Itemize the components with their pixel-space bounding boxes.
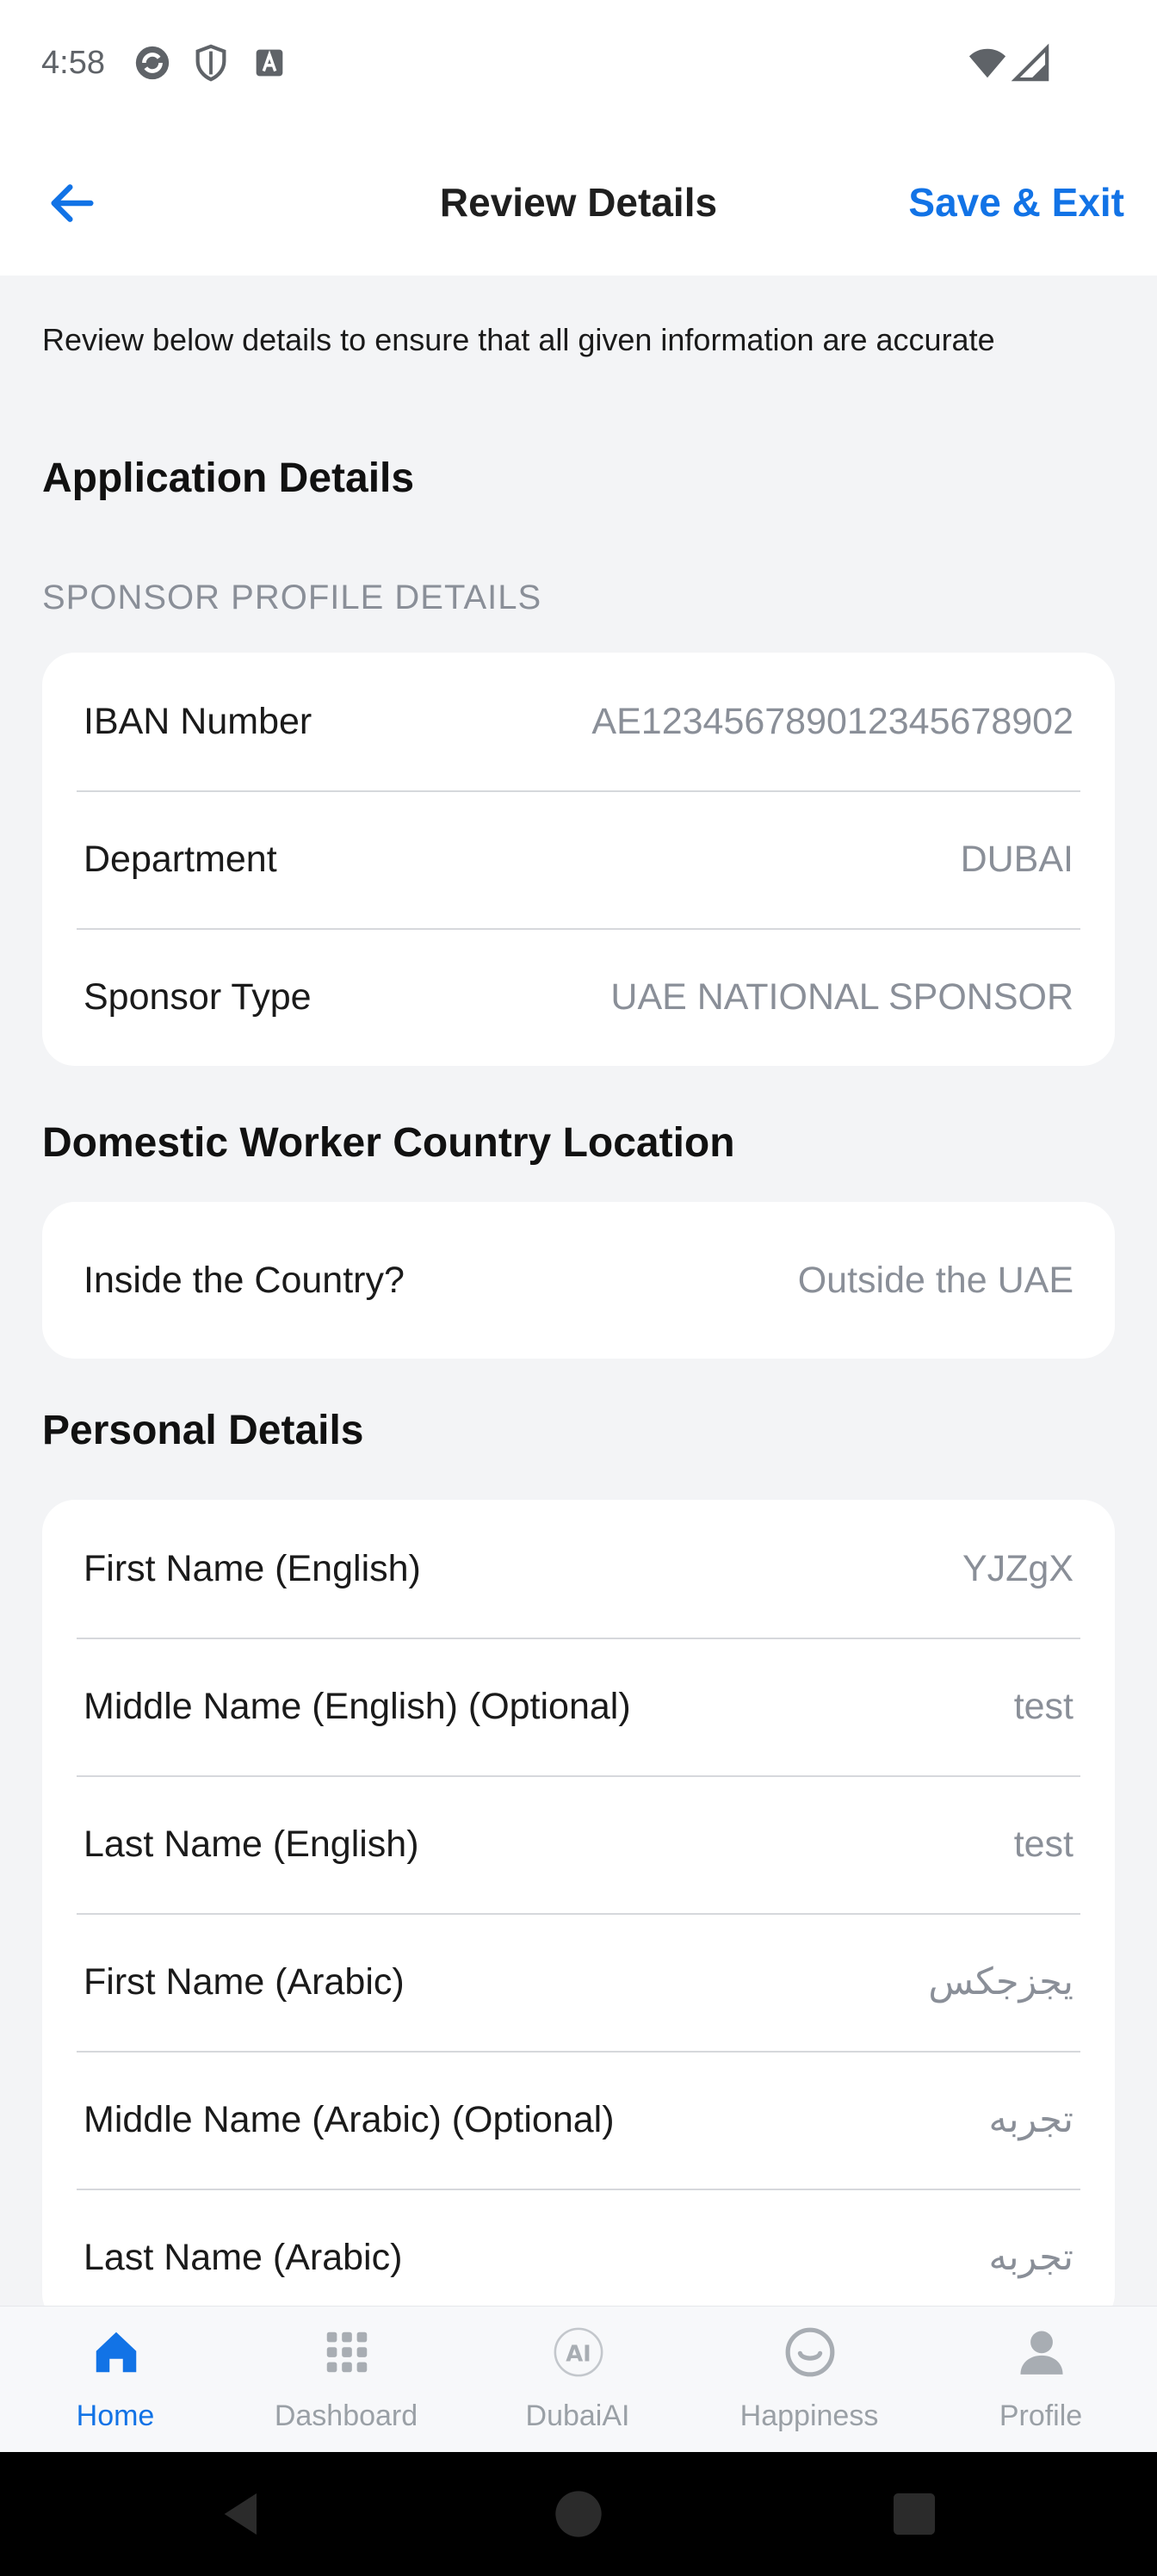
nav-item-happiness[interactable]: Happiness xyxy=(694,2307,925,2453)
detail-row-last-name-ar: Last Name (Arabic) تجربه xyxy=(42,2189,1115,2306)
row-label: First Name (English) xyxy=(84,1547,421,1589)
country-location-title: Domestic Worker Country Location xyxy=(42,1120,735,1166)
detail-row-last-name-en: Last Name (English) test xyxy=(42,1775,1115,1913)
nav-label: Dashboard xyxy=(274,2400,418,2432)
save-exit-button[interactable]: Save & Exit xyxy=(908,179,1124,226)
system-navigation-bar xyxy=(0,2452,1157,2576)
row-value: يجزجكس xyxy=(928,1961,1073,2003)
bottom-navigation: Home Dashboard AI DubaiAI Happiness Prof… xyxy=(0,2306,1157,2452)
application-details-title: Application Details xyxy=(42,455,415,501)
detail-row-iban: IBAN Number AE123456789012345678902 xyxy=(42,653,1115,790)
row-label: Department xyxy=(84,838,277,880)
status-bar: 4:58 xyxy=(0,0,1157,131)
nav-label: DubaiAI xyxy=(525,2400,630,2432)
row-label: IBAN Number xyxy=(84,700,312,742)
row-label: Middle Name (English) (Optional) xyxy=(84,1685,631,1727)
nav-label: Home xyxy=(76,2400,155,2432)
sponsor-details-card: IBAN Number AE123456789012345678902 Depa… xyxy=(42,653,1115,1066)
nav-item-home[interactable]: Home xyxy=(0,2307,231,2453)
row-value: DUBAI xyxy=(960,838,1073,880)
font-icon xyxy=(256,49,283,77)
nav-item-profile[interactable]: Profile xyxy=(925,2307,1156,2453)
row-label: Sponsor Type xyxy=(84,975,312,1018)
wifi-icon xyxy=(968,48,1006,78)
country-location-card: Inside the Country? Outside the UAE xyxy=(42,1202,1115,1359)
intro-text: Review below details to ensure that all … xyxy=(42,322,995,357)
detail-row-middle-name-en: Middle Name (English) (Optional) test xyxy=(42,1638,1115,1775)
sync-icon xyxy=(135,46,170,80)
system-home-icon[interactable] xyxy=(551,2486,606,2542)
ai-icon: AI xyxy=(554,2327,603,2377)
nav-label: Happiness xyxy=(739,2400,879,2432)
row-value: AE123456789012345678902 xyxy=(591,700,1073,742)
review-content[interactable]: Review below details to ensure that all … xyxy=(0,276,1157,2306)
detail-row-sponsor-type: Sponsor Type UAE NATIONAL SPONSOR xyxy=(42,928,1115,1066)
row-label: Last Name (English) xyxy=(84,1823,419,1865)
home-icon xyxy=(96,2331,137,2373)
row-label: First Name (Arabic) xyxy=(84,1960,405,2003)
grid-icon xyxy=(326,2331,368,2373)
row-value: UAE NATIONAL SPONSOR xyxy=(610,975,1073,1018)
nav-label: Profile xyxy=(999,2400,1083,2432)
app-header: Review Details Save & Exit xyxy=(0,131,1157,276)
detail-row-inside-country: Inside the Country? Outside the UAE xyxy=(42,1202,1115,1359)
row-value: YJZgX xyxy=(962,1547,1073,1589)
row-label: Inside the Country? xyxy=(84,1259,405,1301)
detail-row-first-name-ar: First Name (Arabic) يجزجكس xyxy=(42,1913,1115,2051)
detail-row-first-name-en: First Name (English) YJZgX xyxy=(42,1500,1115,1638)
detail-row-middle-name-ar: Middle Name (Arabic) (Optional) تجربه xyxy=(42,2051,1115,2189)
person-icon xyxy=(1020,2331,1063,2375)
row-label: Middle Name (Arabic) (Optional) xyxy=(84,2098,615,2140)
row-value: test xyxy=(1013,1823,1073,1865)
personal-details-card: First Name (English) YJZgX Middle Name (… xyxy=(42,1500,1115,2306)
nav-item-dashboard[interactable]: Dashboard xyxy=(231,2307,461,2453)
personal-details-title: Personal Details xyxy=(42,1408,364,1453)
row-label: Last Name (Arabic) xyxy=(84,2236,403,2278)
row-value: Outside the UAE xyxy=(797,1259,1073,1301)
nav-item-dubaiai[interactable]: AI DubaiAI xyxy=(462,2307,693,2453)
signal-icon xyxy=(1011,43,1049,82)
row-value: test xyxy=(1013,1685,1073,1727)
svg-text:AI: AI xyxy=(566,2341,591,2367)
row-value: تجربه xyxy=(988,2099,1073,2140)
row-value: تجربه xyxy=(988,2237,1073,2278)
shield-icon xyxy=(195,44,226,82)
system-recents-icon[interactable] xyxy=(887,2486,942,2542)
sponsor-profile-subtitle: SPONSOR PROFILE DETAILS xyxy=(42,579,542,616)
system-back-icon[interactable] xyxy=(215,2486,270,2542)
status-time: 4:58 xyxy=(41,45,105,81)
smile-icon xyxy=(785,2327,835,2377)
detail-row-department: Department DUBAI xyxy=(42,790,1115,928)
